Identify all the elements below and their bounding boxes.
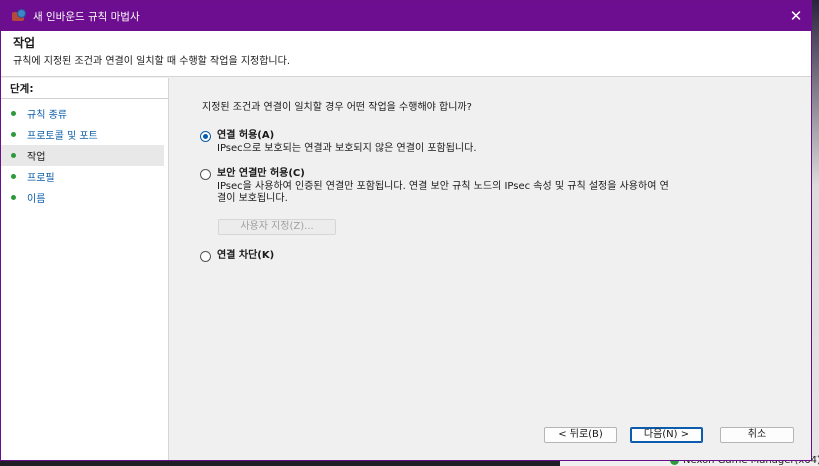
sidebar-item-name[interactable]: 이름 (1, 187, 164, 208)
action-question: 지정된 조건과 연결이 일치할 경우 어떤 작업을 수행해야 합니까? (202, 102, 472, 113)
customize-button: 사용자 지정(Z)... (218, 219, 336, 235)
option-description: IPsec을 사용하여 인증된 연결만 포함됩니다. 연결 보안 규칙 노드의 … (217, 181, 669, 204)
option-allow[interactable]: 연결 허용(A) IPsec으로 보호되는 연결과 보호되지 않은 연결이 포함… (200, 129, 477, 155)
sidebar-item-rule-type[interactable]: 규칙 종류 (1, 103, 164, 124)
back-button[interactable]: < 뒤로(B) (544, 427, 617, 443)
next-button[interactable]: 다음(N) > (630, 427, 703, 443)
page-title: 작업 (13, 36, 36, 50)
option-block[interactable]: 연결 차단(K) (200, 249, 274, 263)
steps-sidebar: 단계: 규칙 종류 프로토콜 및 포트 작업 프로필 이름 (1, 78, 169, 460)
block-radio[interactable] (200, 251, 211, 262)
step-bullet-icon (11, 111, 16, 116)
wizard-header: 작업 규칙에 지정된 조건과 연결이 일치할 때 수행할 작업을 지정합니다. (1, 31, 811, 77)
option-allow-secure[interactable]: 보안 연결만 허용(C) IPsec을 사용하여 인증된 연결만 포함됩니다. … (200, 167, 670, 205)
allow-secure-radio[interactable] (200, 169, 211, 180)
cancel-button[interactable]: 취소 (720, 427, 794, 443)
close-button[interactable]: ✕ (781, 1, 811, 31)
option-label: 연결 허용(A) (217, 130, 275, 141)
step-bullet-icon (11, 153, 16, 158)
sidebar-item-protocol-port[interactable]: 프로토콜 및 포트 (1, 124, 164, 145)
window-title: 새 인바운드 규칙 마법사 (33, 10, 140, 23)
option-label: 보안 연결만 허용(C) (217, 168, 305, 179)
step-bullet-icon (11, 132, 16, 137)
wizard-window: 새 인바운드 규칙 마법사 ✕ 작업 규칙에 지정된 조건과 연결이 일치할 때… (0, 0, 812, 461)
wizard-body: 단계: 규칙 종류 프로토콜 및 포트 작업 프로필 이름 지정된 조건과 연결… (1, 78, 811, 460)
step-label: 프로필 (27, 173, 55, 184)
option-description: IPsec으로 보호되는 연결과 보호되지 않은 연결이 포함됩니다. (217, 143, 477, 154)
step-label: 프로토콜 및 포트 (27, 131, 98, 142)
step-bullet-icon (11, 195, 16, 200)
sidebar-item-profile[interactable]: 프로필 (1, 166, 164, 187)
firewall-icon (11, 8, 27, 24)
title-bar[interactable]: 새 인바운드 규칙 마법사 ✕ (1, 1, 811, 31)
action-panel: 지정된 조건과 연결이 일치할 경우 어떤 작업을 수행해야 합니까? 연결 허… (169, 78, 811, 460)
close-icon: ✕ (789, 7, 803, 25)
page-description: 규칙에 지정된 조건과 연결이 일치할 때 수행할 작업을 지정합니다. (13, 56, 291, 67)
step-bullet-icon (11, 174, 16, 179)
steps-divider (1, 98, 168, 99)
step-label: 규칙 종류 (27, 110, 67, 121)
step-label: 이름 (27, 194, 46, 205)
option-label: 연결 차단(K) (217, 250, 275, 261)
step-label: 작업 (27, 152, 46, 163)
sidebar-item-action[interactable]: 작업 (1, 145, 164, 166)
steps-label: 단계: (10, 83, 34, 95)
allow-radio[interactable] (200, 131, 211, 142)
